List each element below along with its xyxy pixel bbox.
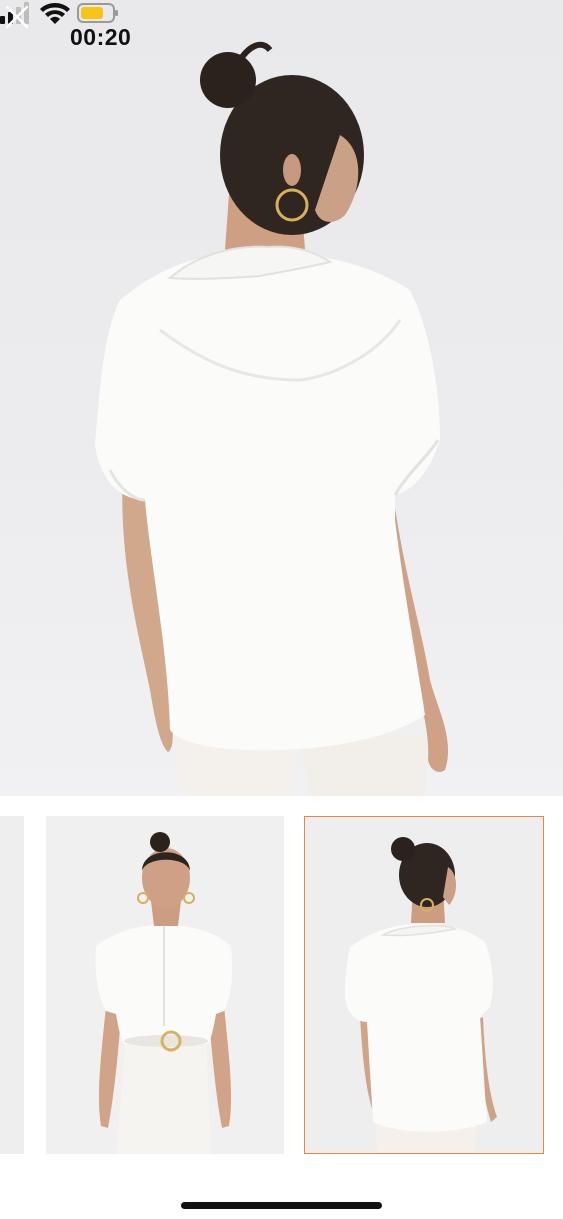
thumbnail-image (305, 817, 542, 1152)
thumbnail-back-view-selected[interactable] (304, 816, 544, 1154)
thumbnail-front-view[interactable] (46, 816, 284, 1154)
battery-icon (77, 3, 118, 23)
thumbnail-strip (0, 816, 563, 1156)
close-icon[interactable] (0, 0, 34, 34)
thumbnail-image (0, 816, 24, 1154)
thumbnail-previous[interactable] (0, 816, 24, 1154)
home-indicator[interactable] (181, 1202, 382, 1209)
wifi-icon (40, 3, 70, 24)
thumbnail-image (46, 816, 284, 1154)
main-product-image[interactable]: 00:20 (0, 0, 563, 796)
status-time: 00:20 (70, 24, 132, 50)
model-back-view-illustration (95, 41, 449, 796)
status-bar: 00:20 (0, 0, 563, 76)
